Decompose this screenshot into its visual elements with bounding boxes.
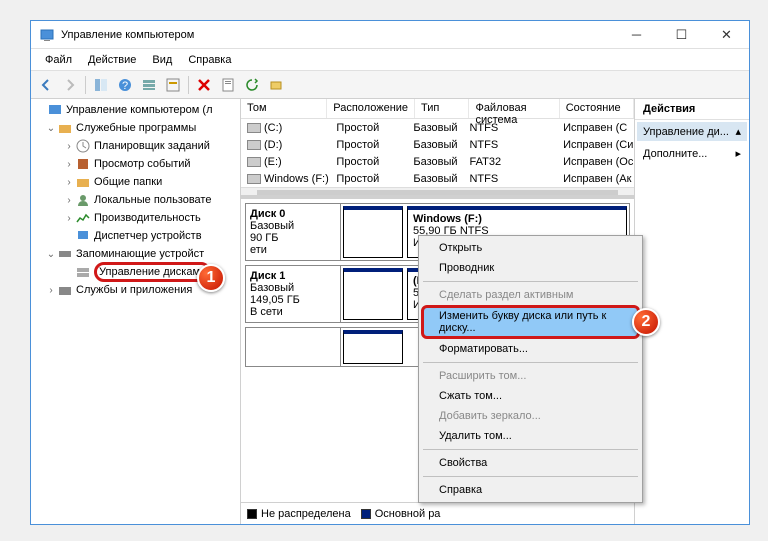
disk-info: Диск 0 Базовый 90 ГБ ети [246,204,341,260]
partition[interactable] [343,268,403,320]
minimize-button[interactable]: ─ [614,21,659,49]
ctx-extend: Расширить том... [421,366,640,386]
ctx-format[interactable]: Форматировать... [421,339,640,359]
ctx-make-active: Сделать раздел активным [421,285,640,305]
menu-file[interactable]: Файл [37,51,80,69]
titlebar: Управление компьютером ─ ☐ ✕ [31,21,749,49]
tree-local-users[interactable]: ›Локальные пользовате [31,191,240,209]
col-state[interactable]: Состояние [560,99,634,118]
col-type[interactable]: Тип [415,99,469,118]
forward-button[interactable] [59,74,81,96]
settings-button[interactable] [162,74,184,96]
show-hide-tree-button[interactable] [90,74,112,96]
ctx-change-drive-letter[interactable]: Изменить букву диска или путь к диску... [421,305,640,339]
toolbar: ? [31,71,749,99]
col-volume[interactable]: Том [241,99,327,118]
tree-shared-folders[interactable]: ›Общие папки [31,173,240,191]
partition[interactable] [343,206,403,258]
col-fs[interactable]: Файловая система [469,99,559,118]
tree-root[interactable]: Управление компьютером (л [31,101,240,119]
horizontal-scrollbar[interactable] [241,187,634,199]
tree-performance[interactable]: ›Производительность [31,209,240,227]
maximize-button[interactable]: ☐ [659,21,704,49]
chevron-up-icon: ▴ [735,125,741,138]
volume-row[interactable]: (D:)ПростойБазовыйNTFSИсправен (Си [241,136,634,153]
menu-view[interactable]: Вид [144,51,180,69]
svg-text:?: ? [122,80,128,92]
col-layout[interactable]: Расположение [327,99,415,118]
ctx-delete[interactable]: Удалить том... [421,426,640,446]
back-button[interactable] [35,74,57,96]
tree-storage[interactable]: ⌄Запоминающие устройст [31,245,240,263]
actions-selection[interactable]: Управление ди...▴ [637,122,747,141]
ctx-shrink[interactable]: Сжать том... [421,386,640,406]
actions-header: Действия [635,99,749,120]
close-button[interactable]: ✕ [704,21,749,49]
volume-row[interactable]: Windows (F:)ПростойБазовыйNTFSИсправен (… [241,170,634,187]
annotation-badge-1: 1 [197,264,225,292]
volume-row[interactable]: (C:)ПростойБазовыйNTFSИсправен (С [241,119,634,136]
volume-header: Том Расположение Тип Файловая система Со… [241,99,634,119]
help-button[interactable]: ? [114,74,136,96]
menu-action[interactable]: Действие [80,51,144,69]
tree-device-manager[interactable]: Диспетчер устройств [31,227,240,245]
ctx-mirror: Добавить зеркало... [421,406,640,426]
actions-more[interactable]: Дополните...▸ [635,143,749,164]
context-menu: Открыть Проводник Сделать раздел активны… [418,235,643,503]
window-title: Управление компьютером [61,29,614,41]
delete-button[interactable] [193,74,215,96]
tree-event-viewer[interactable]: ›Просмотр событий [31,155,240,173]
ctx-help[interactable]: Справка [421,480,640,500]
refresh-button[interactable] [241,74,263,96]
disk-info [246,328,341,366]
nav-tree[interactable]: Управление компьютером (л ⌄Служебные про… [31,99,241,524]
partition[interactable] [343,330,403,364]
menu-help[interactable]: Справка [180,51,239,69]
menubar: Файл Действие Вид Справка [31,49,749,71]
tree-system-tools[interactable]: ⌄Служебные программы [31,119,240,137]
tree-scheduler[interactable]: ›Планировщик заданий [31,137,240,155]
app-icon [39,27,55,43]
volume-list[interactable]: Том Расположение Тип Файловая система Со… [241,99,634,199]
legend: Не распределена Основной ра [241,502,634,524]
annotation-badge-2: 2 [632,308,660,336]
ctx-explorer[interactable]: Проводник [421,258,640,278]
view-button[interactable] [138,74,160,96]
ctx-open[interactable]: Открыть [421,238,640,258]
properties-button[interactable] [217,74,239,96]
extra-button[interactable] [265,74,287,96]
volume-row[interactable]: (E:)ПростойБазовыйFAT32Исправен (Ос [241,153,634,170]
ctx-properties[interactable]: Свойства [421,453,640,473]
chevron-right-icon: ▸ [735,147,741,160]
disk-info: Диск 1 Базовый 149,05 ГБ В сети [246,266,341,322]
